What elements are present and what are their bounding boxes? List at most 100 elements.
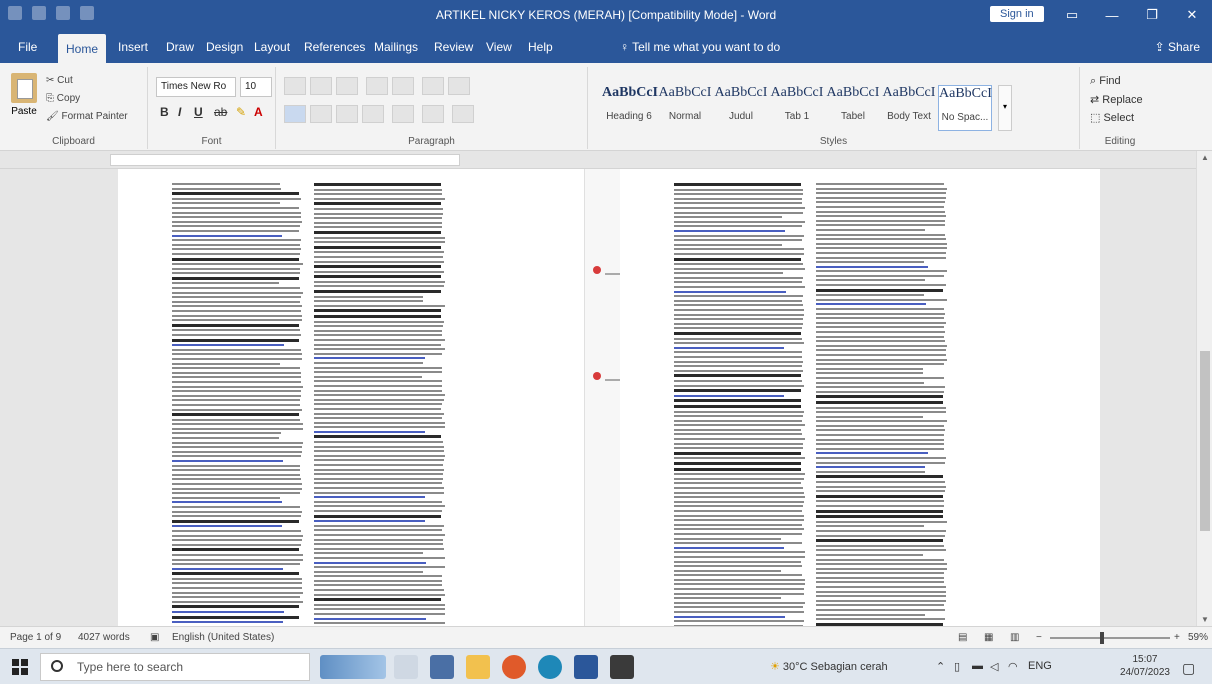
language-tray[interactable]: ENG xyxy=(1028,660,1052,672)
show-hidden-icons-icon[interactable]: ⌃ xyxy=(936,660,945,673)
strikethrough-button[interactable]: ab xyxy=(214,105,227,119)
weather-widget[interactable]: ☀ 30°C Sebagian cerah xyxy=(770,660,888,673)
firefox-icon[interactable] xyxy=(502,655,526,679)
news-widget-icon[interactable] xyxy=(320,655,386,679)
tab-layout[interactable]: Layout xyxy=(246,37,298,57)
tab-references[interactable]: References xyxy=(296,37,373,57)
notifications-icon[interactable]: ▢ xyxy=(1182,660,1195,677)
word-icon[interactable] xyxy=(574,655,598,679)
font-size-select[interactable]: 10 xyxy=(240,77,272,97)
font-name-select[interactable]: Times New Ro xyxy=(156,77,236,97)
tell-me-search[interactable]: ♀ Tell me what you want to do xyxy=(620,40,780,54)
borders-button[interactable] xyxy=(452,105,474,123)
print-layout-icon[interactable]: ▦ xyxy=(984,632,993,643)
scroll-down-icon[interactable]: ▼ xyxy=(1201,615,1209,624)
page-1[interactable] xyxy=(118,169,729,626)
style-judul[interactable]: AaBbCcI Judul xyxy=(714,85,768,131)
find-button[interactable]: ⌕ Find xyxy=(1090,75,1121,88)
read-mode-icon[interactable]: ▤ xyxy=(958,632,967,643)
zoom-slider[interactable] xyxy=(1050,632,1170,644)
align-right-button[interactable] xyxy=(362,105,384,123)
taskbar-clock[interactable]: 15:07 24/07/2023 xyxy=(1120,653,1170,679)
document-area[interactable] xyxy=(0,169,1196,626)
tab-insert[interactable]: Insert xyxy=(110,37,156,57)
font-color-button[interactable]: A xyxy=(254,105,263,119)
select-button[interactable]: ⬚ Select xyxy=(1090,111,1134,124)
styles-group: AaBbCcI Heading 6 AaBbCcI Normal AaBbCcI… xyxy=(588,67,1080,149)
style-heading-6[interactable]: AaBbCcI Heading 6 xyxy=(602,85,658,131)
tab-mailings[interactable]: Mailings xyxy=(366,37,426,57)
battery-icon[interactable]: ▬ xyxy=(972,660,983,672)
task-view-icon[interactable] xyxy=(394,655,418,679)
page-count[interactable]: Page 1 of 9 xyxy=(10,632,61,643)
wifi-icon[interactable]: ◠ xyxy=(1008,660,1018,673)
word-count[interactable]: 4027 words xyxy=(78,632,130,643)
minimize-button[interactable]: — xyxy=(1092,0,1132,30)
tab-help[interactable]: Help xyxy=(520,37,561,57)
edge-icon[interactable] xyxy=(538,655,562,679)
align-justify-button[interactable] xyxy=(284,105,306,123)
tab-design[interactable]: Design xyxy=(198,37,251,57)
page-1-column-1 xyxy=(172,183,304,626)
show-marks-button[interactable] xyxy=(448,77,470,95)
align-left-button[interactable] xyxy=(310,105,332,123)
proofing-icon[interactable]: ▣ xyxy=(150,632,159,643)
scroll-up-icon[interactable]: ▲ xyxy=(1201,153,1209,162)
zoom-level[interactable]: 59% xyxy=(1188,632,1208,643)
multilevel-list-button[interactable] xyxy=(336,77,358,95)
network-icon[interactable]: ▯ xyxy=(954,660,960,673)
ribbon-home: Paste ✂ Cut ⎘ Copy 🖌 Format Painter Clip… xyxy=(0,63,1212,151)
tab-review[interactable]: Review xyxy=(426,37,481,57)
share-button[interactable]: ⇪ Share xyxy=(1155,40,1200,54)
bullets-button[interactable] xyxy=(284,77,306,95)
language-indicator[interactable]: English (United States) xyxy=(172,632,274,643)
style-body-text[interactable]: AaBbCcI Body Text xyxy=(882,85,936,131)
file-explorer-icon[interactable] xyxy=(466,655,490,679)
volume-icon[interactable]: ◁ xyxy=(990,660,998,673)
tab-draw[interactable]: Draw xyxy=(158,37,202,57)
ribbon-display-icon[interactable]: ▭ xyxy=(1052,0,1092,30)
style-tab-1[interactable]: AaBbCcI Tab 1 xyxy=(770,85,824,131)
format-painter-button[interactable]: 🖌 Format Painter xyxy=(46,111,128,122)
text-line xyxy=(816,572,945,575)
cut-button[interactable]: ✂ Cut xyxy=(46,75,73,86)
tab-file[interactable]: File xyxy=(10,37,45,57)
underline-button[interactable]: U xyxy=(194,105,203,119)
horizontal-ruler[interactable] xyxy=(0,151,1212,169)
align-center-button[interactable] xyxy=(336,105,358,123)
copy-button[interactable]: ⎘ Copy xyxy=(46,93,80,104)
zoom-slider-thumb[interactable] xyxy=(1100,632,1104,644)
zoom-out-icon[interactable]: − xyxy=(1036,632,1042,643)
italic-button[interactable]: I xyxy=(178,105,181,119)
styles-more-button[interactable]: ▾ xyxy=(998,85,1012,131)
web-layout-icon[interactable]: ▥ xyxy=(1010,632,1019,643)
zoom-in-icon[interactable]: + xyxy=(1174,632,1180,643)
text-line xyxy=(674,496,805,499)
app-icon[interactable] xyxy=(610,655,634,679)
line-spacing-button[interactable] xyxy=(392,105,414,123)
style-no-spacing[interactable]: AaBbCcI No Spac... xyxy=(938,85,992,131)
close-button[interactable]: ✕ xyxy=(1172,0,1212,30)
maximize-button[interactable]: ❐ xyxy=(1132,0,1172,30)
decrease-indent-button[interactable] xyxy=(366,77,388,95)
style-tabel[interactable]: AaBbCcI Tabel xyxy=(826,85,880,131)
windows-start-icon[interactable] xyxy=(12,659,28,675)
sort-button[interactable] xyxy=(422,77,444,95)
paste-button[interactable]: Paste xyxy=(8,73,40,131)
text-line xyxy=(816,481,946,483)
replace-button[interactable]: ⇄ Replace xyxy=(1090,93,1143,106)
increase-indent-button[interactable] xyxy=(392,77,414,95)
scroll-thumb[interactable] xyxy=(1200,351,1210,531)
store-icon[interactable] xyxy=(430,655,454,679)
vertical-scrollbar[interactable]: ▲ ▼ xyxy=(1196,151,1212,626)
highlight-button[interactable]: ✎ xyxy=(236,105,246,119)
tab-view[interactable]: View xyxy=(478,37,520,57)
taskbar-search-box[interactable]: Type here to search xyxy=(40,653,310,681)
style-normal[interactable]: AaBbCcI Normal xyxy=(658,85,712,131)
numbering-button[interactable] xyxy=(310,77,332,95)
sign-in-button[interactable]: Sign in xyxy=(990,6,1044,22)
page-2[interactable] xyxy=(620,169,1100,626)
bold-button[interactable]: B xyxy=(160,105,169,119)
shading-button[interactable] xyxy=(422,105,444,123)
tab-home[interactable]: Home xyxy=(58,34,107,63)
